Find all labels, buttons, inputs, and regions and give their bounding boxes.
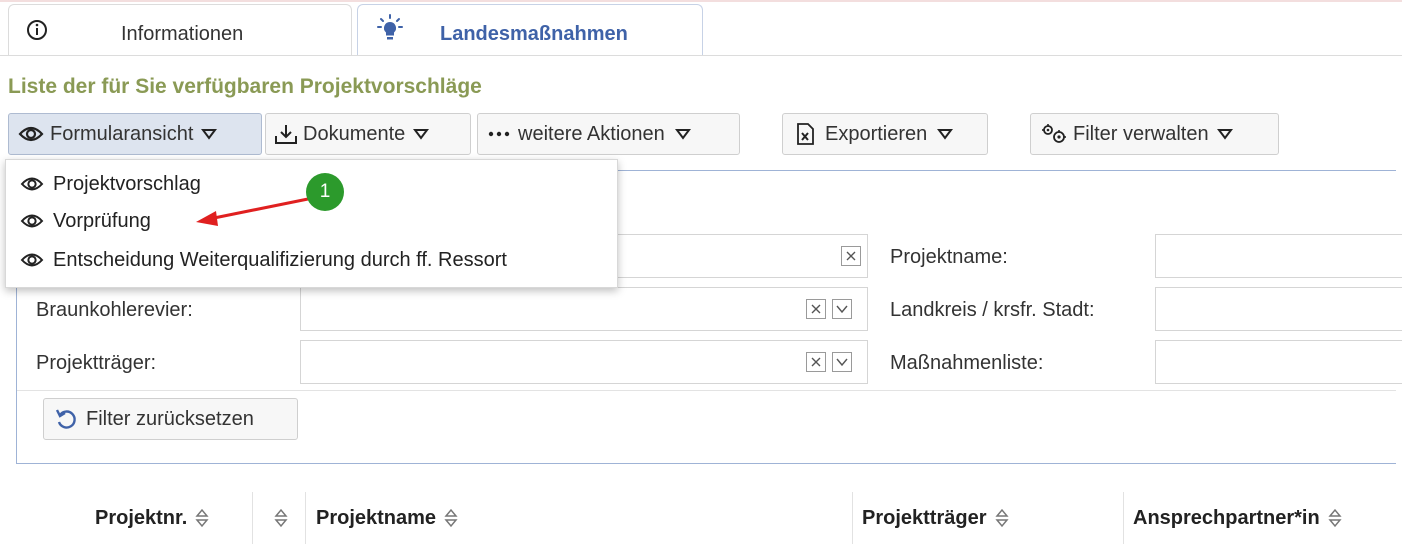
column-divider	[852, 492, 853, 544]
filter-reset-label: Filter zurücksetzen	[86, 407, 254, 430]
tab-divider	[0, 55, 1402, 56]
exportieren-label: Exportieren	[825, 122, 928, 145]
eye-icon	[18, 126, 44, 142]
projekttraeger-select[interactable]	[300, 340, 868, 384]
formularansicht-button[interactable]: Formularansicht	[8, 113, 262, 155]
label-projektname: Projektname:	[890, 246, 1008, 268]
page-title: Liste der für Sie verfügbaren Projektvor…	[8, 75, 482, 98]
column-projekttraeger[interactable]: Projektträger	[862, 492, 1009, 544]
sort-icon	[274, 508, 288, 528]
info-icon	[26, 19, 48, 41]
sort-icon	[195, 508, 209, 528]
gears-icon	[1042, 124, 1066, 143]
weitere-aktionen-button[interactable]: weitere Aktionen	[477, 113, 740, 155]
label-massnahmenliste: Maßnahmenliste:	[890, 352, 1044, 374]
column-divider	[1123, 492, 1124, 544]
weitere-aktionen-label: weitere Aktionen	[518, 122, 665, 145]
chevron-down-icon[interactable]	[832, 352, 852, 372]
sort-icon	[994, 508, 1009, 528]
filter-verwalten-label: Filter verwalten	[1073, 122, 1209, 145]
undo-icon	[55, 409, 76, 429]
menu-item-vorpruefung[interactable]: Vorprüfung	[19, 206, 151, 236]
excel-file-icon	[797, 123, 814, 145]
tab-label: Informationen	[121, 23, 244, 45]
braunkohlerevier-select[interactable]	[300, 287, 868, 331]
clear-icon[interactable]	[806, 352, 826, 372]
menu-item-projektvorschlag[interactable]: Projektvorschlag	[19, 169, 201, 199]
eye-icon	[20, 177, 44, 191]
dokumente-label: Dokumente	[303, 122, 406, 145]
tab-label: Landesmaßnahmen	[440, 23, 628, 45]
menu-item-label: Vorprüfung	[53, 209, 151, 232]
caret-down-icon	[1216, 129, 1233, 140]
clear-icon[interactable]	[806, 299, 826, 319]
sort-icon	[444, 508, 458, 528]
panel-divider	[17, 390, 1396, 391]
annotation-badge: 1	[306, 173, 344, 211]
eye-icon	[20, 253, 44, 267]
column-ansprechpartner[interactable]: Ansprechpartner*in	[1133, 492, 1342, 544]
landkreis-input[interactable]	[1155, 287, 1402, 331]
top-border	[0, 0, 1402, 2]
massnahmenliste-input[interactable]	[1155, 340, 1402, 384]
menu-item-entscheidung[interactable]: Entscheidung Weiterqualifizierung durch …	[19, 245, 507, 275]
dokumente-button[interactable]: Dokumente	[265, 113, 471, 155]
column-divider	[305, 492, 306, 544]
caret-down-icon	[937, 129, 954, 140]
exportieren-button[interactable]: Exportieren	[782, 113, 988, 155]
formularansicht-label: Formularansicht	[50, 122, 194, 145]
filter-reset-button[interactable]: Filter zurücksetzen	[43, 398, 298, 440]
projektname-input[interactable]	[1155, 234, 1402, 278]
label-landkreis: Landkreis / krsfr. Stadt:	[890, 299, 1095, 321]
lightbulb-icon	[375, 13, 405, 43]
label-projekttraeger: Projektträger:	[36, 352, 157, 374]
column-projektnr[interactable]: Projektnr.	[95, 492, 209, 544]
sort-icon	[1328, 508, 1342, 528]
download-tray-icon	[275, 125, 297, 144]
label-braunkohlerevier: Braunkohlerevier:	[36, 299, 193, 321]
column-label: Projektträger	[862, 506, 987, 529]
tab-landesmassnahmen[interactable]: Landesmaßnahmen	[357, 4, 703, 56]
caret-down-icon	[674, 129, 691, 140]
column-label: Projektnr.	[95, 506, 188, 529]
tab-informationen[interactable]: Informationen	[8, 4, 352, 56]
column-unnamed[interactable]	[274, 492, 288, 544]
chevron-down-icon[interactable]	[832, 299, 852, 319]
column-label: Projektname	[316, 506, 437, 529]
ellipsis-icon	[488, 131, 510, 137]
caret-down-icon	[413, 129, 430, 140]
column-divider	[252, 492, 253, 544]
clear-icon[interactable]	[841, 246, 861, 266]
column-label: Ansprechpartner*in	[1133, 506, 1320, 529]
menu-item-label: Entscheidung Weiterqualifizierung durch …	[53, 248, 507, 271]
table-header: Projektnr. Projektname Projektträger Ans…	[0, 492, 1402, 544]
filter-verwalten-button[interactable]: Filter verwalten	[1030, 113, 1279, 155]
eye-icon	[20, 214, 44, 228]
menu-item-label: Projektvorschlag	[53, 172, 201, 195]
column-projektname[interactable]: Projektname	[316, 492, 458, 544]
caret-down-icon	[201, 129, 218, 140]
